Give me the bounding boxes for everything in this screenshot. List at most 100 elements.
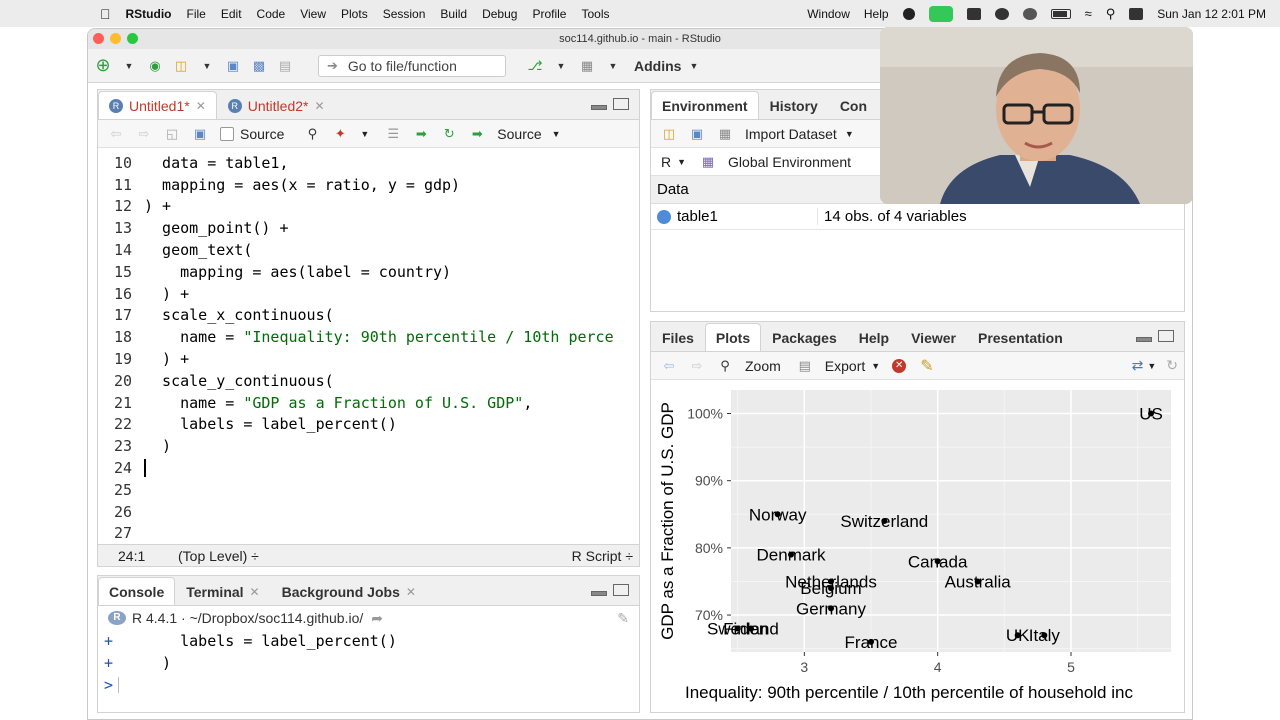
environment-row[interactable]: table1 14 obs. of 4 variables xyxy=(651,204,1184,230)
menu-plots[interactable]: Plots xyxy=(341,7,368,21)
minimize-window-button[interactable] xyxy=(110,33,121,44)
publish-dropdown-icon[interactable]: ▼ xyxy=(1147,361,1156,371)
next-plot-icon[interactable]: ⇨ xyxy=(689,358,705,374)
addins-dropdown-icon[interactable]: ▼ xyxy=(689,61,698,71)
menu-build[interactable]: Build xyxy=(440,7,467,21)
status-icon[interactable] xyxy=(966,7,981,20)
import-dataset-button[interactable]: Import Dataset xyxy=(745,126,837,142)
language-dropdown-icon[interactable]: ▼ xyxy=(677,157,686,167)
close-window-button[interactable] xyxy=(93,33,104,44)
save-icon[interactable]: ▣ xyxy=(192,126,208,142)
open-file-icon[interactable]: ◫ xyxy=(172,57,190,75)
code-editor[interactable]: 10 data = table1, 11 mapping = aes(x = ra… xyxy=(98,148,639,544)
save-workspace-icon[interactable]: ▣ xyxy=(689,126,705,142)
previous-plot-icon[interactable]: ⇦ xyxy=(661,358,677,374)
search-icon[interactable]: ⚲ xyxy=(304,126,320,142)
git-dropdown-icon[interactable]: ▼ xyxy=(552,57,570,75)
tab-presentation[interactable]: Presentation xyxy=(967,323,1074,351)
environment-scope-selector[interactable]: Global Environment xyxy=(728,154,851,170)
save-icon[interactable]: ▣ xyxy=(224,57,242,75)
battery-icon[interactable] xyxy=(1050,8,1071,19)
code-tools-wand-icon[interactable]: ✦ xyxy=(332,126,348,142)
maximize-pane-icon[interactable] xyxy=(613,584,629,596)
tab-console[interactable]: Console xyxy=(98,577,176,605)
show-in-window-icon[interactable]: ◱ xyxy=(164,126,180,142)
source-arrow-icon[interactable]: ➡ xyxy=(469,126,485,142)
control-center-icon[interactable] xyxy=(1129,7,1144,20)
tab-plots[interactable]: Plots xyxy=(704,323,762,351)
menu-file[interactable]: File xyxy=(187,7,206,21)
new-file-icon[interactable]: ⊕ xyxy=(94,55,112,75)
menu-tools[interactable]: Tools xyxy=(581,7,609,21)
import-dataset-icon[interactable]: ▦ xyxy=(717,126,733,142)
menu-view[interactable]: View xyxy=(300,7,326,21)
export-dropdown-icon[interactable]: ▼ xyxy=(871,361,880,371)
plot-viewer[interactable]: 3 4 5 70% 80% 90% 100% US Norway Switzerland Denma… xyxy=(651,382,1184,712)
run-line-icon[interactable]: ➡ xyxy=(413,126,429,142)
addins-menu[interactable]: Addins xyxy=(634,58,681,74)
import-dataset-dropdown-icon[interactable]: ▼ xyxy=(845,129,854,139)
menu-debug[interactable]: Debug xyxy=(482,7,517,21)
source-dropdown-icon[interactable]: ▼ xyxy=(552,129,561,139)
zoom-button[interactable]: Zoom xyxy=(745,358,781,374)
view-data-icon[interactable] xyxy=(657,209,671,224)
minimize-pane-icon[interactable] xyxy=(1136,337,1152,342)
new-file-dropdown-icon[interactable]: ▼ xyxy=(120,57,138,75)
source-button[interactable]: Source xyxy=(497,126,541,142)
source-on-save-checkbox[interactable] xyxy=(220,126,234,141)
pane-layout-icon[interactable]: ▦ xyxy=(578,57,596,75)
back-arrow-icon[interactable]: ⇦ xyxy=(108,126,124,142)
wifi-icon[interactable]: ≈ xyxy=(1085,6,1092,21)
zoom-icon[interactable]: ⚲ xyxy=(717,358,733,374)
language-selector[interactable]: R xyxy=(661,154,671,170)
compile-report-icon[interactable]: ☰ xyxy=(385,126,401,142)
minimize-pane-icon[interactable] xyxy=(591,591,607,596)
tab-help[interactable]: Help xyxy=(848,323,900,351)
tab-background-jobs[interactable]: Background Jobs ✕ xyxy=(271,577,427,605)
facetime-icon[interactable] xyxy=(928,5,953,22)
tab-untitled2[interactable]: R Untitled2* ✕ xyxy=(217,91,336,119)
menu-app-name[interactable]: RStudio xyxy=(126,7,172,21)
scope-selector[interactable]: (Top Level) ÷ xyxy=(178,548,259,564)
tab-packages[interactable]: Packages xyxy=(761,323,848,351)
status-icon-2[interactable] xyxy=(994,7,1009,20)
console-output[interactable]: + labels = label_percent() + ) > xyxy=(98,630,639,696)
pane-layout-dropdown-icon[interactable]: ▼ xyxy=(604,57,622,75)
clear-plots-broom-icon[interactable]: ✎ xyxy=(920,356,933,376)
menu-profile[interactable]: Profile xyxy=(532,7,566,21)
git-icon[interactable]: ⎇ xyxy=(526,57,544,75)
tab-history[interactable]: History xyxy=(759,91,829,119)
forward-arrow-icon[interactable]: ⇨ xyxy=(136,126,152,142)
tab-environment[interactable]: Environment xyxy=(651,91,759,119)
load-workspace-icon[interactable]: ◫ xyxy=(661,126,677,142)
go-to-directory-icon[interactable]: ➦ xyxy=(371,610,383,627)
export-icon[interactable]: ▤ xyxy=(797,358,813,374)
zoom-window-button[interactable] xyxy=(127,33,138,44)
code-tools-dropdown-icon[interactable]: ▼ xyxy=(360,129,369,139)
menubar-clock[interactable]: Sun Jan 12 2:01 PM xyxy=(1157,7,1266,21)
rerun-icon[interactable]: ↻ xyxy=(441,126,457,142)
tab-untitled1[interactable]: R Untitled1* ✕ xyxy=(98,91,217,119)
close-tab-icon[interactable]: ✕ xyxy=(406,585,416,599)
apple-icon[interactable]:  xyxy=(100,6,111,22)
open-dropdown-icon[interactable]: ▼ xyxy=(198,57,216,75)
play-icon[interactable] xyxy=(1022,7,1037,20)
record-icon[interactable] xyxy=(902,7,915,20)
goto-file-function-input[interactable]: ➔ Go to file/function xyxy=(318,54,506,77)
menu-code[interactable]: Code xyxy=(257,7,286,21)
tab-connections[interactable]: Con xyxy=(829,91,878,119)
menu-help[interactable]: Help xyxy=(864,7,889,21)
maximize-pane-icon[interactable] xyxy=(1158,330,1174,342)
tab-viewer[interactable]: Viewer xyxy=(900,323,967,351)
print-icon[interactable]: ▤ xyxy=(276,57,294,75)
menu-edit[interactable]: Edit xyxy=(221,7,242,21)
spotlight-search-icon[interactable]: ⚲ xyxy=(1106,6,1116,22)
close-tab-icon[interactable]: ✕ xyxy=(314,99,324,113)
file-type-selector[interactable]: R Script ÷ xyxy=(572,548,633,564)
menu-session[interactable]: Session xyxy=(383,7,426,21)
minimize-pane-icon[interactable] xyxy=(591,105,607,110)
save-all-icon[interactable]: ▩ xyxy=(250,57,268,75)
maximize-pane-icon[interactable] xyxy=(613,98,629,110)
close-tab-icon[interactable]: ✕ xyxy=(196,99,206,113)
tab-files[interactable]: Files xyxy=(651,323,705,351)
